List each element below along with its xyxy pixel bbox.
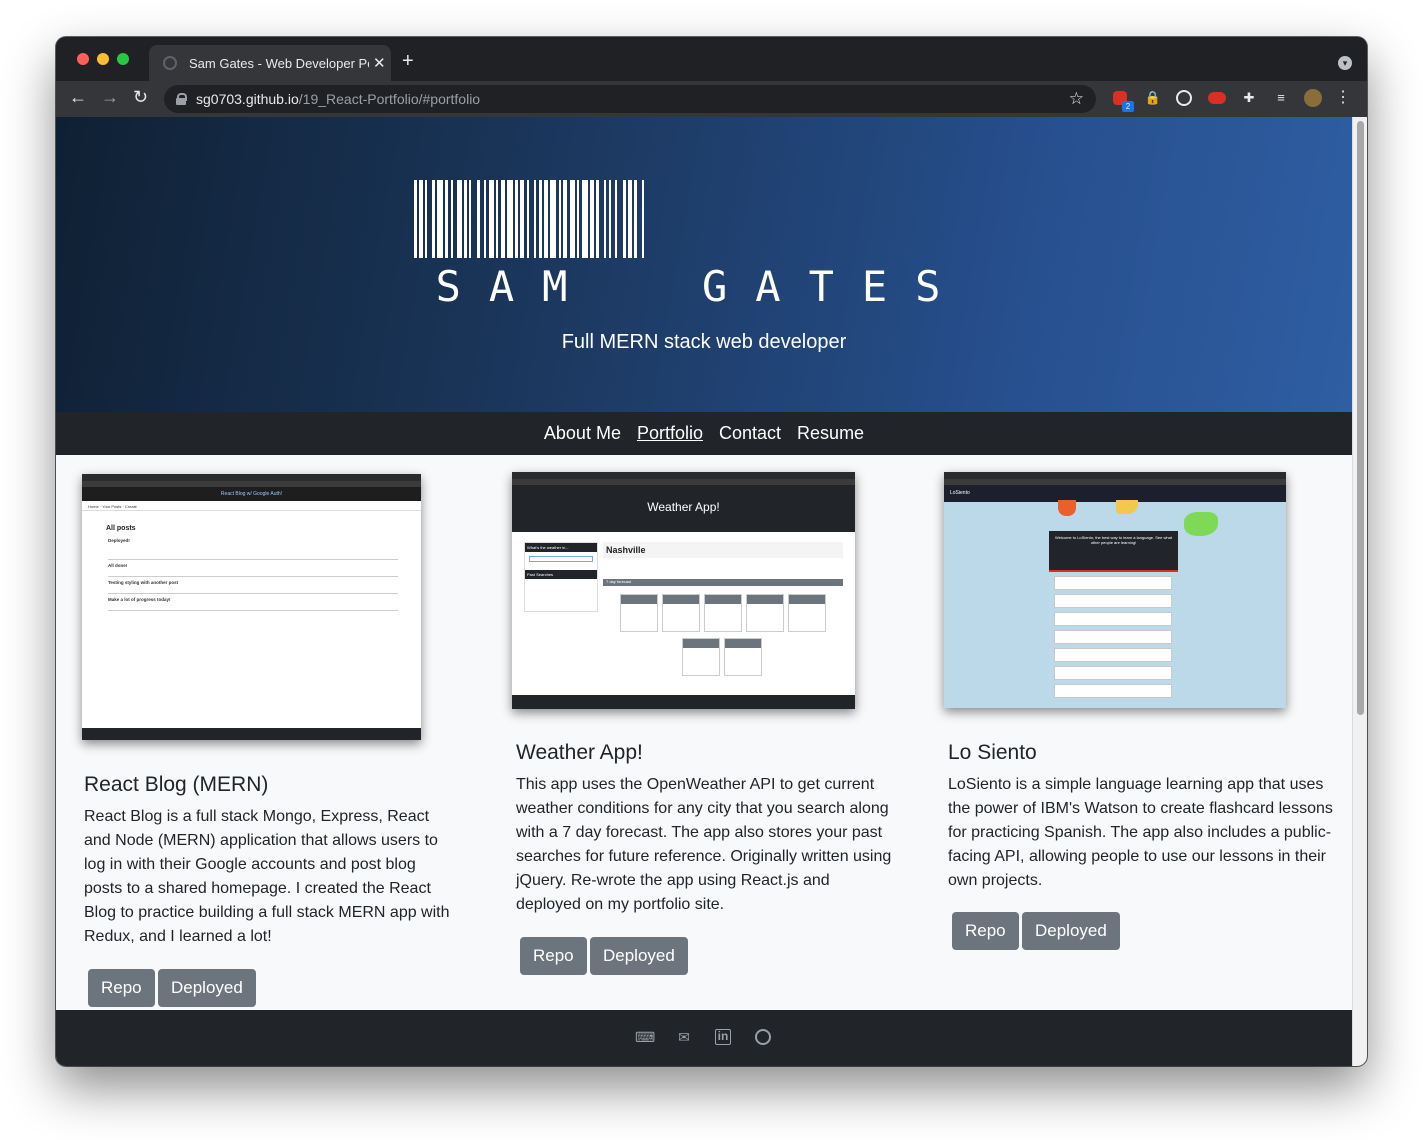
- forward-arrow-icon[interactable]: →: [101, 87, 119, 108]
- extension-badge: 2: [1122, 101, 1134, 112]
- weather-app-description: This app uses the OpenWeather API to get…: [516, 776, 892, 913]
- weather-app-title: Weather App!: [516, 741, 643, 764]
- weather-shot-header: Weather App!: [512, 485, 855, 532]
- target-extension-icon[interactable]: [1176, 90, 1192, 106]
- nav-resume[interactable]: Resume: [797, 423, 864, 444]
- tab-title: Sam Gates - Web Developer Portfolio: [189, 55, 369, 71]
- new-tab-button[interactable]: +: [402, 50, 414, 73]
- react-blog-description: React Blog is a full stack Mongo, Expres…: [84, 808, 450, 945]
- lo-siento-deployed-button[interactable]: Deployed: [1022, 912, 1120, 950]
- lo-siento-repo-button[interactable]: Repo: [952, 912, 1019, 950]
- nav-about-me[interactable]: About Me: [544, 423, 621, 444]
- lock-extension-icon[interactable]: 🔒: [1144, 89, 1162, 107]
- blog-shot-header: React Blog w/ Google Auth!: [82, 487, 421, 501]
- vertical-scrollbar[interactable]: [1352, 117, 1367, 1066]
- losiento-shot-brand: LoSiento: [944, 485, 1286, 502]
- media-control-icon[interactable]: ≡: [1272, 89, 1290, 107]
- weather-app-repo-button[interactable]: Repo: [520, 937, 587, 975]
- main-nav: About Me Portfolio Contact Resume: [56, 412, 1352, 455]
- keyboard-icon[interactable]: ⌨: [635, 1029, 655, 1045]
- weather-app-screenshot[interactable]: Weather App! What's the weather in... Pa…: [512, 472, 855, 709]
- globe-icon: [163, 56, 177, 70]
- page-viewport: SAM GATES Full MERN stack web developer …: [56, 117, 1352, 1066]
- lastpass-extension-icon[interactable]: [1208, 92, 1226, 104]
- weather-app-deployed-button[interactable]: Deployed: [590, 937, 688, 975]
- weather-shot-sidebar: What's the weather in... Past Searches: [524, 542, 598, 612]
- blog-shot-heading: All posts: [106, 525, 136, 532]
- barcode-logo: [414, 180, 644, 258]
- kebab-menu-icon[interactable]: ⋮: [1334, 89, 1352, 107]
- url-host: sg0703.github.io: [196, 91, 299, 107]
- browser-window: Sam Gates - Web Developer Portfolio ✕ + …: [56, 37, 1367, 1066]
- linkedin-icon[interactable]: in: [715, 1029, 731, 1045]
- reload-icon[interactable]: ↻: [133, 87, 148, 108]
- minimize-window-button[interactable]: [97, 53, 109, 65]
- url-path: /19_React-Portfolio/#portfolio: [298, 91, 481, 107]
- browser-toolbar: ← → ↻ sg0703.github.io /19_React-Portfol…: [56, 81, 1367, 117]
- bookmark-star-icon[interactable]: ☆: [1069, 89, 1084, 109]
- chevron-down-icon[interactable]: ▾: [1338, 56, 1352, 70]
- lo-siento-title: Lo Siento: [948, 741, 1037, 764]
- lo-siento-description: LoSiento is a simple language learning a…: [948, 776, 1333, 889]
- maximize-window-button[interactable]: [117, 53, 129, 65]
- nav-contact[interactable]: Contact: [719, 423, 781, 444]
- blog-shot-nav: Home · Your Posts · Create: [82, 501, 421, 511]
- back-arrow-icon[interactable]: ←: [69, 87, 87, 108]
- scrollbar-thumb[interactable]: [1357, 121, 1364, 715]
- react-blog-screenshot[interactable]: React Blog w/ Google Auth! Home · Your P…: [82, 474, 421, 740]
- nav-portfolio[interactable]: Portfolio: [637, 423, 703, 444]
- email-icon[interactable]: ✉: [675, 1029, 693, 1045]
- losiento-shot-list: [1054, 576, 1172, 702]
- avatar[interactable]: [1304, 89, 1322, 107]
- puzzle-icon[interactable]: ✚: [1240, 89, 1258, 107]
- react-blog-title: React Blog (MERN): [84, 773, 269, 796]
- address-bar[interactable]: sg0703.github.io /19_React-Portfolio/#po…: [164, 85, 1096, 113]
- lock-icon: [176, 93, 187, 105]
- losiento-shot-welcome: Welcome to LoSiento, the best way to lea…: [1049, 531, 1178, 572]
- react-blog-repo-button[interactable]: Repo: [88, 969, 155, 1007]
- lo-siento-screenshot[interactable]: LoSiento Welcome to LoSiento, the best w…: [944, 472, 1286, 708]
- close-window-button[interactable]: [77, 53, 89, 65]
- site-title: SAM GATES: [435, 262, 969, 311]
- github-icon[interactable]: [755, 1029, 771, 1045]
- weather-shot-city: Nashville: [603, 542, 843, 558]
- title-bar: Sam Gates - Web Developer Portfolio ✕ + …: [56, 37, 1367, 81]
- weather-shot-forecast-label: 7 day forecast: [603, 579, 843, 586]
- blog-shot-posts: Deployed! All done! Testing styling with…: [108, 538, 398, 611]
- browser-tab[interactable]: Sam Gates - Web Developer Portfolio ✕: [149, 45, 391, 81]
- hero-header: SAM GATES Full MERN stack web developer: [56, 117, 1352, 412]
- react-blog-deployed-button[interactable]: Deployed: [158, 969, 256, 1007]
- footer: ⌨ ✉ in: [56, 1010, 1352, 1066]
- close-tab-icon[interactable]: ✕: [373, 54, 386, 72]
- tagline: Full MERN stack web developer: [561, 331, 847, 353]
